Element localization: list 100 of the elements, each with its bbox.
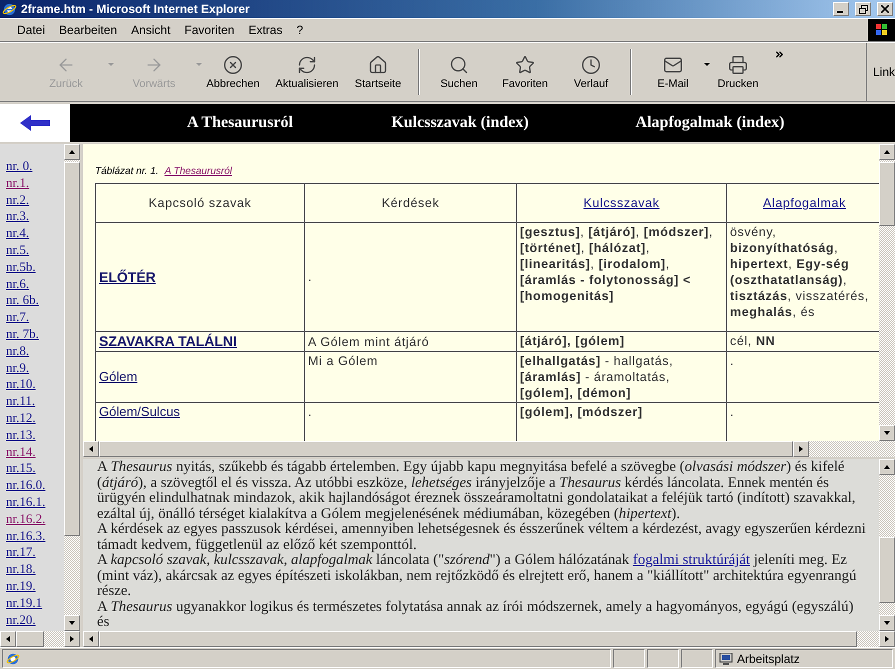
sidebar-link[interactable]: nr.19.1: [6, 594, 42, 612]
maximize-button[interactable]: [855, 2, 871, 16]
scroll-left-button[interactable]: [0, 631, 16, 647]
toolbar-button[interactable]: Suchen: [428, 43, 490, 101]
triangle-left-icon: [87, 635, 95, 643]
scrollbar-thumb[interactable]: [879, 536, 895, 603]
status-pane: [681, 649, 713, 668]
triangle-down-icon: [883, 619, 891, 627]
scroll-right-button[interactable]: [793, 441, 809, 457]
scroll-down-button[interactable]: [879, 615, 895, 631]
sidebar-link[interactable]: nr.17.: [6, 544, 36, 562]
sidebar-link[interactable]: nr.18.: [6, 561, 36, 578]
toolbar-button[interactable]: Startseite: [346, 43, 410, 101]
sidebar-link[interactable]: nr.2.: [6, 192, 30, 208]
sidebar-link[interactable]: nr.16.3.: [6, 528, 46, 544]
triangle-right-icon: [68, 635, 76, 643]
sidebar-link[interactable]: nr.15.: [6, 460, 36, 478]
sidebar-link[interactable]: nr.8.: [6, 342, 30, 360]
sidebar-link[interactable]: nr.11.: [6, 393, 36, 410]
sidebar-link[interactable]: nr.13.: [6, 426, 36, 444]
caption-link[interactable]: A Thesaurusról: [164, 166, 232, 177]
sidebar-link[interactable]: nr. 0.: [6, 158, 32, 175]
page-icon: [6, 652, 20, 666]
sidebar-link[interactable]: nr.12.: [6, 410, 36, 427]
toolbar-button[interactable]: Favoriten: [490, 43, 560, 101]
column-header-link[interactable]: Kulcsszavak: [583, 196, 660, 210]
sidebar-link[interactable]: nr.3.: [6, 208, 30, 226]
menu-item[interactable]: Datei: [10, 23, 52, 37]
scrollbar-thumb[interactable]: [16, 631, 44, 647]
banner-link[interactable]: A Thesaurusról: [187, 114, 293, 132]
refresh-icon: [297, 54, 317, 74]
sidebar-link[interactable]: nr. 7b.: [6, 326, 39, 343]
toolbar-button[interactable]: Verlauf: [560, 43, 622, 101]
scroll-down-button[interactable]: [64, 615, 80, 631]
menu-item[interactable]: ?: [289, 23, 310, 37]
term-link[interactable]: Gólem/Sulcus: [99, 404, 180, 419]
dropdown-caret-icon: [196, 63, 202, 67]
scroll-right-button[interactable]: [64, 631, 80, 647]
column-header: Kapcsoló szavak: [148, 196, 252, 210]
table-cell: [gesztus], [átjáró], [módszer], [történet], [hálózat], [linearitás], [irodalom], [áramlás - folytonosság] < [homogenitás]: [520, 225, 713, 303]
horizontal-scrollbar[interactable]: [0, 631, 80, 647]
sidebar-link[interactable]: nr.10.: [6, 376, 36, 394]
scrollbar-thumb[interactable]: [879, 162, 895, 226]
toolbar-button[interactable]: Drucken: [706, 43, 770, 101]
sidebar-link[interactable]: nr.16.0.: [6, 477, 46, 494]
scroll-up-button[interactable]: [879, 459, 895, 475]
sidebar-link[interactable]: nr.1.: [6, 174, 30, 192]
vertical-scrollbar[interactable]: [64, 144, 80, 631]
menu-item[interactable]: Extras: [241, 23, 290, 37]
close-button[interactable]: [877, 2, 893, 16]
term-link[interactable]: ELŐTÉR: [99, 268, 156, 284]
scroll-up-button[interactable]: [879, 144, 895, 160]
paragraph: A kérdések az egyes passzusok kérdései, amennyiben lehetségesnek és ésszerűnek véltem a kérdezést, avagy egyszerűen kérdezni támadt kedvem, függetlenül az előző két szemponttól.: [97, 522, 867, 553]
scroll-left-button[interactable]: [83, 441, 99, 457]
sidebar-link[interactable]: nr.9.: [6, 360, 30, 376]
table-cell: [gólem], [módszer]: [520, 405, 643, 419]
restore-icon: [858, 4, 868, 14]
table-cell: [elhallgatás] - hallgatás, [áramlás] - áramoltatás, [gólem], [démon]: [520, 354, 674, 400]
toolbar-button[interactable]: Abbrechen: [198, 43, 268, 101]
banner-link[interactable]: Alapfogalmak (index): [636, 114, 784, 132]
toolbar-button[interactable]: E-Mail: [640, 43, 706, 101]
links-label[interactable]: Link: [866, 43, 895, 101]
scroll-up-button[interactable]: [64, 144, 80, 160]
toolbar-button[interactable]: Aktualisieren: [268, 43, 346, 101]
menu-item[interactable]: Ansicht: [124, 23, 178, 37]
sidebar-link[interactable]: nr.19.: [6, 578, 36, 595]
menu-item[interactable]: Favoriten: [177, 23, 242, 37]
sidebar-link[interactable]: nr.16.2.: [6, 510, 46, 528]
scroll-down-button[interactable]: [879, 425, 895, 441]
menu-item[interactable]: Bearbeiten: [52, 23, 124, 37]
table-cell: .: [308, 270, 312, 284]
sidebar-link[interactable]: nr.6.: [6, 276, 30, 292]
arrow-left-icon[interactable]: [20, 115, 50, 131]
dropdown-caret-icon: [108, 63, 114, 67]
vertical-scrollbar[interactable]: [879, 459, 895, 631]
sidebar-link[interactable]: nr.7.: [6, 309, 30, 326]
scroll-left-button[interactable]: [83, 631, 99, 647]
table-cell: [átjáró], [gólem]: [520, 334, 625, 348]
star-icon: [515, 54, 535, 74]
triangle-right-icon: [883, 635, 891, 643]
sidebar-link[interactable]: nr.16.1.: [6, 494, 46, 511]
sidebar-link[interactable]: nr.14.: [6, 444, 36, 460]
scrollbar-thumb[interactable]: [64, 162, 80, 536]
scroll-right-button[interactable]: [879, 631, 895, 647]
window-title: 2frame.htm - Microsoft Internet Explorer: [21, 2, 251, 16]
sidebar-link[interactable]: nr.4.: [6, 225, 30, 242]
term-link[interactable]: Gólem: [99, 369, 138, 384]
sidebar-link[interactable]: nr.5.: [6, 242, 30, 259]
banner-link[interactable]: Kulcsszavak (index): [391, 114, 529, 132]
sidebar-link[interactable]: nr.20.: [6, 612, 36, 628]
table-cell: .: [308, 405, 312, 419]
minimize-button[interactable]: [833, 2, 849, 16]
sidebar-link[interactable]: nr.5b.: [6, 258, 36, 276]
search-icon: [449, 54, 469, 74]
printer-icon: [728, 54, 748, 74]
triangle-up-icon: [883, 148, 891, 156]
column-header-link[interactable]: Alapfogalmak: [763, 196, 846, 210]
vertical-scrollbar[interactable]: [879, 144, 895, 441]
sidebar-link[interactable]: nr. 6b.: [6, 292, 39, 310]
text-link[interactable]: fogalmi struktúráját: [632, 552, 750, 568]
